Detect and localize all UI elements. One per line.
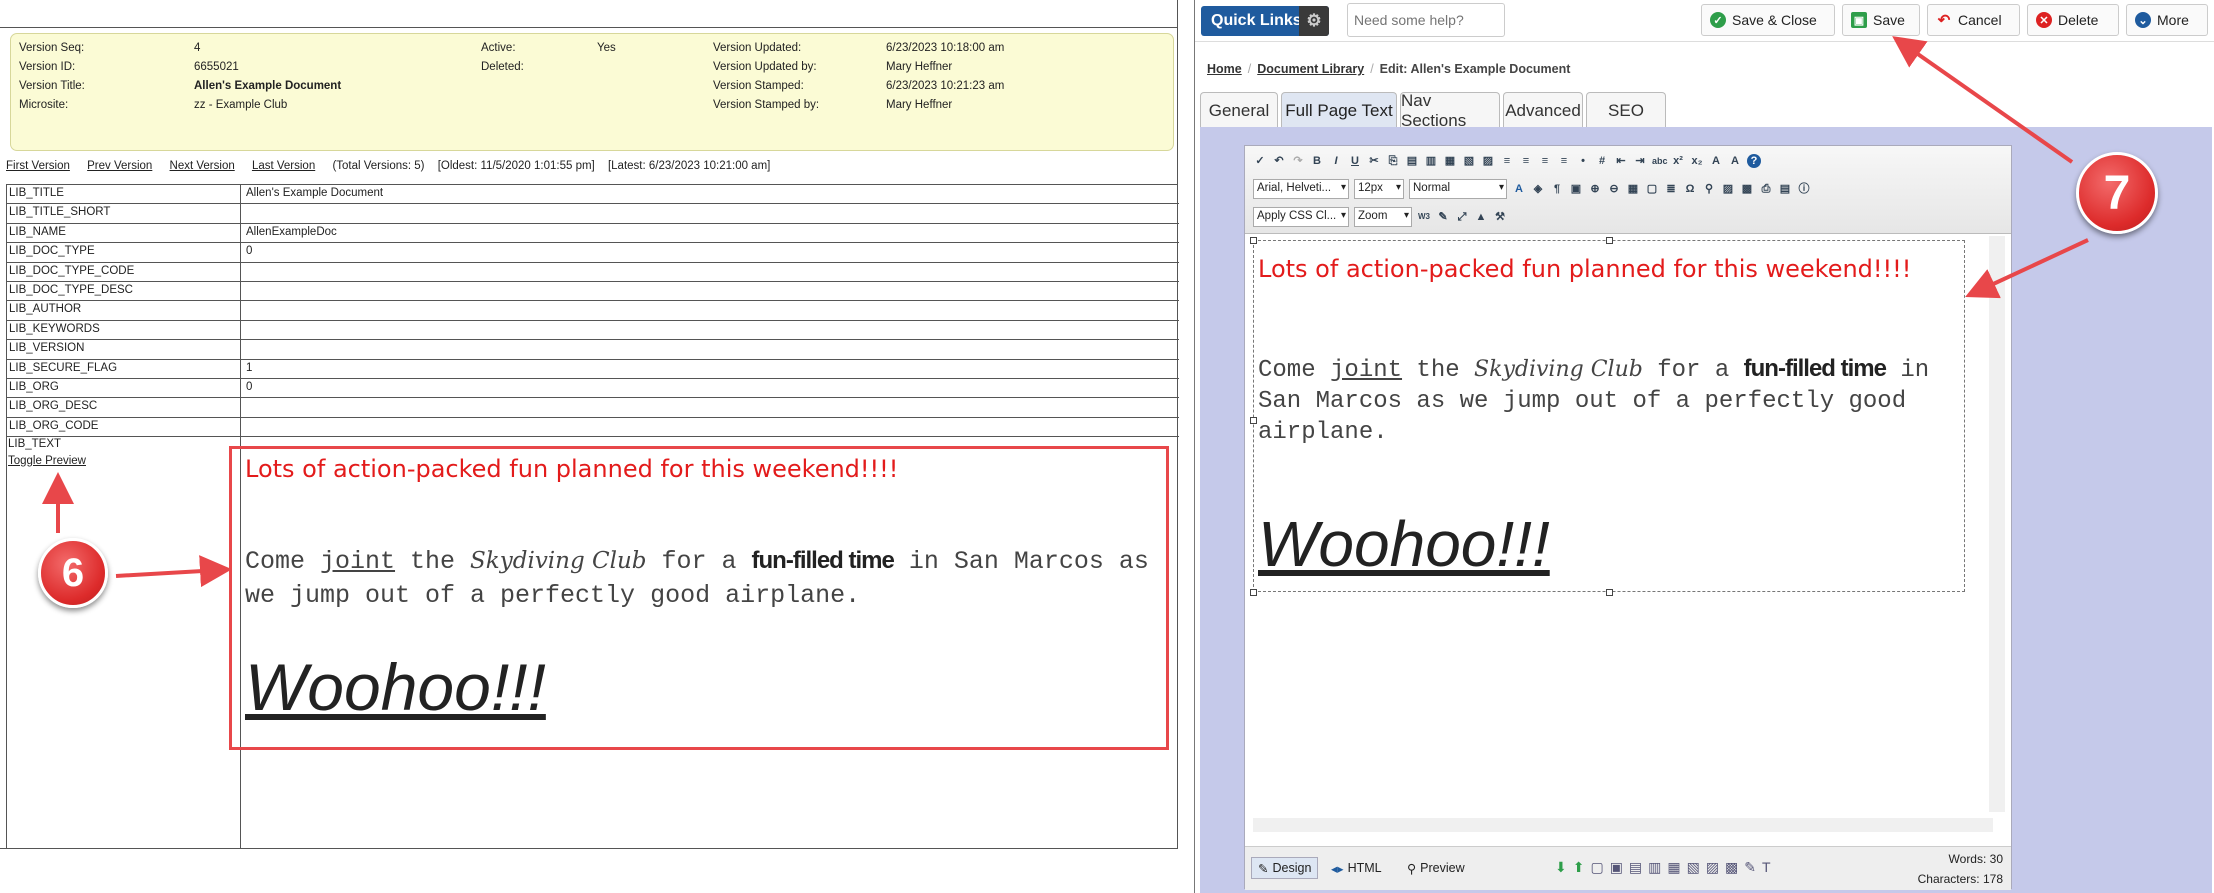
callout-arrows-left — [42, 472, 232, 588]
callout-badge-7: 7 — [2076, 152, 2158, 234]
arrow-to-save — [1892, 36, 2074, 164]
callout-badge-6: 6 — [38, 538, 108, 608]
arrow-to-editor — [1965, 238, 2089, 299]
arrow-to-preview — [115, 555, 232, 588]
callout-arrows-right — [1892, 36, 2089, 299]
